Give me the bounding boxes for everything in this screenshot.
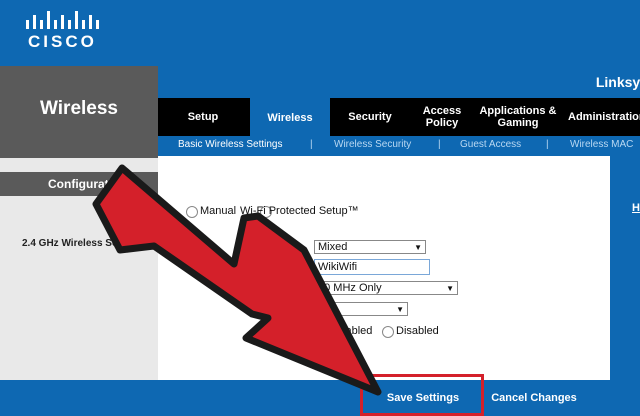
- subtab-guest-access[interactable]: Guest Access: [460, 139, 521, 150]
- tab-administration[interactable]: Administration: [568, 98, 640, 136]
- help-column: [610, 156, 640, 380]
- ssid-broadcast-disabled-label: Disabled: [396, 325, 439, 337]
- manual-label: Manual: [200, 205, 237, 217]
- tab-label: Setup: [187, 111, 219, 123]
- sub-tabs: Basic Wireless Settings | Wireless Secur…: [158, 136, 640, 156]
- brand-name: Linksys: [595, 74, 640, 90]
- cancel-changes-button[interactable]: Cancel Changes: [486, 386, 582, 410]
- ssid-broadcast-enabled-radio[interactable]: [318, 326, 330, 338]
- manual-radio[interactable]: [186, 206, 198, 218]
- section-title: Wireless: [40, 98, 118, 119]
- help-link[interactable]: H: [632, 202, 640, 214]
- configuration-label: Configuration: [48, 177, 127, 191]
- configuration-bar: Configuration: [0, 172, 158, 196]
- wps-label: Wi-Fi Protected Setup™: [240, 205, 359, 217]
- tab-setup[interactable]: Setup: [172, 98, 234, 136]
- tab-applications-gaming[interactable]: Applications & Gaming: [476, 98, 560, 136]
- main-tabs: Setup Wireless Security Access Policy Ap…: [158, 98, 640, 138]
- chevron-down-icon: ▼: [414, 243, 422, 252]
- cancel-changes-label: Cancel Changes: [491, 392, 577, 404]
- tab-label: Security: [348, 111, 392, 123]
- section-title-box: Wireless: [0, 66, 158, 158]
- subtab-wireless-security[interactable]: Wireless Security: [334, 139, 411, 150]
- cisco-logo: CISCO: [20, 10, 110, 58]
- tab-access-policy[interactable]: Access Policy: [412, 98, 472, 136]
- tab-label: Access Policy: [422, 105, 462, 129]
- chevron-down-icon: ▼: [396, 305, 404, 314]
- network-mode-value: Mixed: [318, 241, 348, 253]
- ssid-broadcast-disabled-radio[interactable]: [382, 326, 394, 338]
- header-bar: CISCO: [0, 0, 640, 66]
- wireless-settings-label: 2.4 GHz Wireless Settings: [22, 238, 145, 249]
- subtab-wireless-mac-filter[interactable]: Wireless MAC: [570, 139, 640, 150]
- subtab-separator: |: [310, 139, 313, 150]
- subtab-separator: |: [546, 139, 549, 150]
- chevron-down-icon: ▼: [446, 284, 454, 293]
- subtab-basic-wireless-settings[interactable]: Basic Wireless Settings: [178, 139, 282, 150]
- brand-bar: Linksys: [158, 66, 640, 98]
- channel-width-value: 20 MHz Only: [318, 282, 382, 294]
- channel-value: 6: [318, 303, 325, 315]
- network-mode-select[interactable]: Mixed ▼: [314, 240, 426, 254]
- channel-select[interactable]: 6 ▼: [314, 302, 408, 316]
- tab-security[interactable]: Security: [336, 98, 404, 136]
- ssid-broadcast-enabled-label: Enabled: [332, 325, 373, 337]
- subtab-separator: |: [438, 139, 441, 150]
- ssid-input[interactable]: WikiWifi: [314, 259, 430, 275]
- save-highlight-box: [360, 374, 484, 416]
- tab-label: Applications & Gaming: [479, 105, 557, 129]
- tab-wireless[interactable]: Wireless: [250, 98, 330, 138]
- tab-label: Wireless: [267, 112, 313, 124]
- channel-width-select[interactable]: 20 MHz Only ▼: [314, 281, 458, 295]
- tab-label: Administration: [568, 111, 640, 123]
- ssid-value: WikiWifi: [318, 261, 358, 273]
- logo-text: CISCO: [28, 32, 97, 51]
